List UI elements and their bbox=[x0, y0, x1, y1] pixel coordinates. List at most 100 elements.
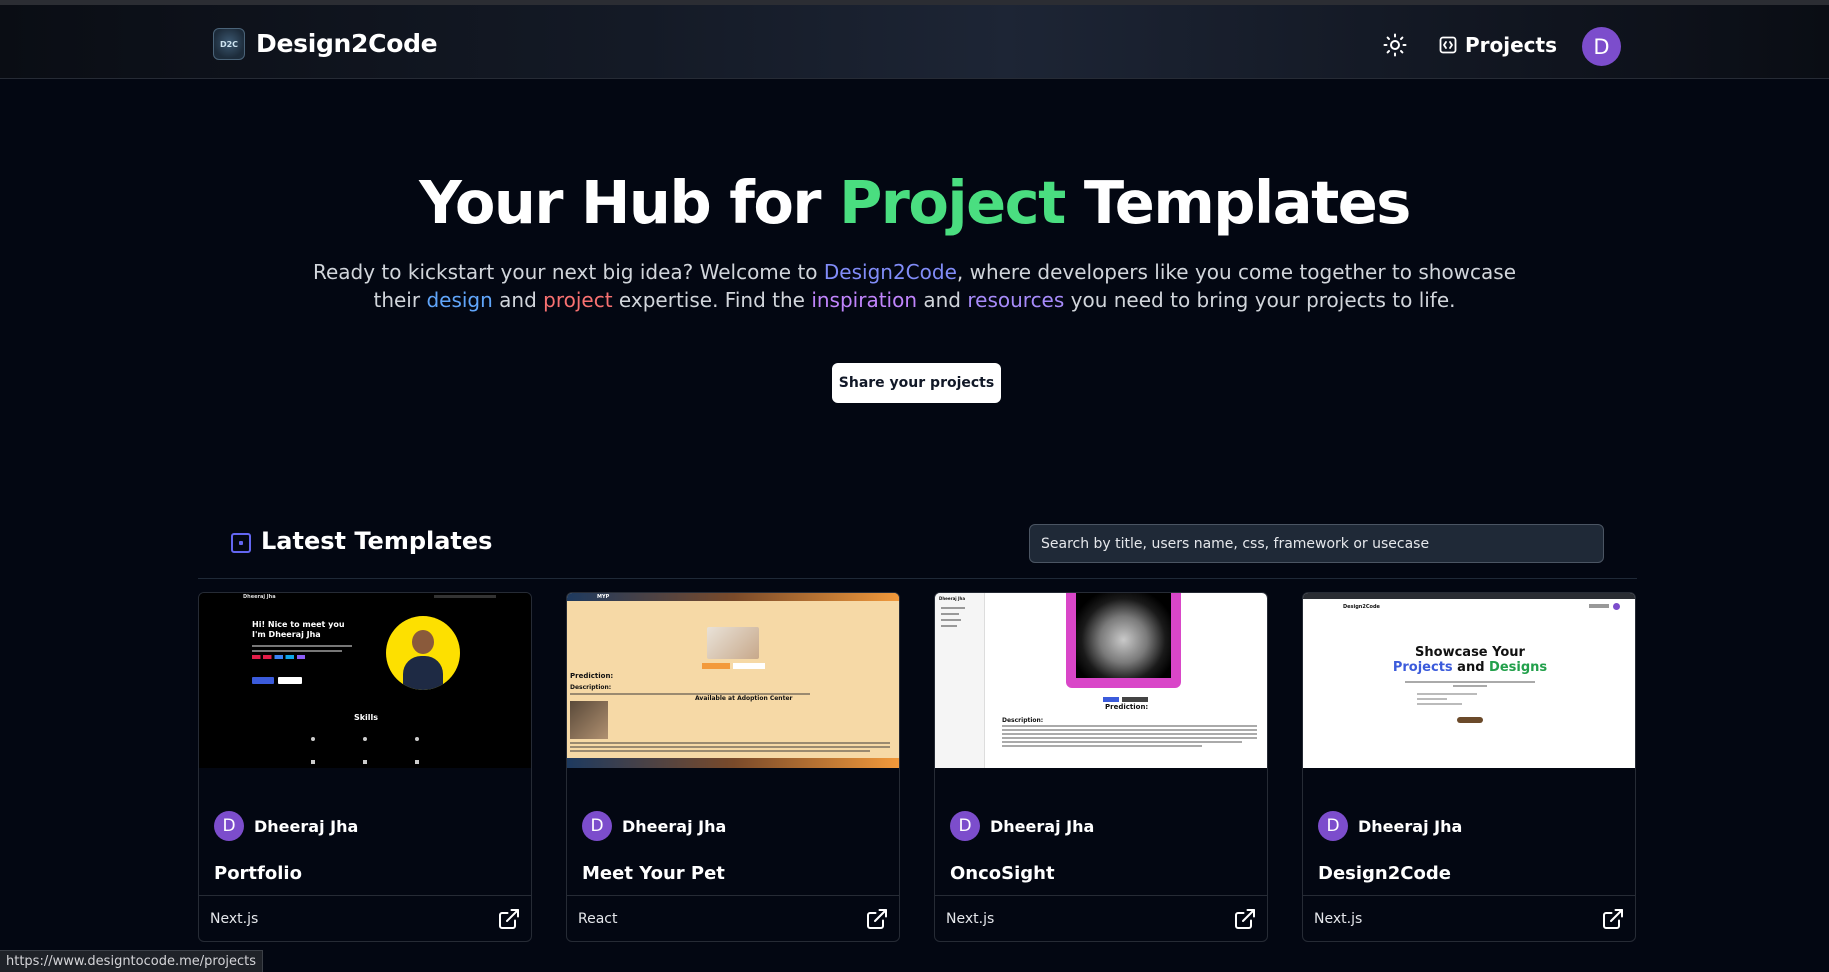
projects-nav-link[interactable]: Projects bbox=[1439, 32, 1557, 58]
thumb-d2c-avatar bbox=[1613, 603, 1620, 610]
card-author: D Dheeraj Jha bbox=[214, 811, 358, 841]
card-framework: Next.js bbox=[210, 911, 259, 927]
user-avatar[interactable]: D bbox=[1582, 27, 1621, 66]
hero-sub-inspiration: inspiration bbox=[811, 288, 918, 312]
thumb-onco-scan bbox=[1076, 593, 1171, 678]
code-box-icon bbox=[1439, 36, 1457, 54]
theme-toggle-button[interactable] bbox=[1382, 32, 1408, 58]
thumb-d2c-and: and bbox=[1452, 660, 1490, 675]
card-footer: Next.js bbox=[1303, 895, 1635, 941]
thumb-d2c-text bbox=[1417, 703, 1462, 705]
thumb-portfolio-skill bbox=[415, 737, 419, 741]
hero-subtitle: Ready to kickstart your next big idea? W… bbox=[300, 258, 1529, 314]
author-name: Dheeraj Jha bbox=[254, 816, 359, 836]
hero-sub-text: you need to bring your projects to life. bbox=[1064, 288, 1456, 312]
thumb-onco-text bbox=[1002, 733, 1257, 735]
thumb-d2c-nav bbox=[1589, 604, 1609, 608]
hero-sub-text: and bbox=[917, 288, 968, 312]
external-link-icon[interactable] bbox=[866, 908, 888, 930]
thumb-portfolio-skill bbox=[415, 760, 419, 764]
card-title[interactable]: Design2Code bbox=[1318, 863, 1451, 884]
projects-nav-label: Projects bbox=[1465, 33, 1558, 57]
share-projects-button[interactable]: Share your projects bbox=[832, 363, 1001, 403]
external-link-icon[interactable] bbox=[1602, 908, 1624, 930]
author-name: Dheeraj Jha bbox=[622, 816, 727, 836]
thumb-onco-nav bbox=[941, 613, 959, 615]
thumb-portfolio-skill bbox=[363, 760, 367, 764]
thumbnail-design2code[interactable]: Design2Code Showcase Your Projects and D… bbox=[1303, 593, 1635, 768]
thumb-d2c-text bbox=[1417, 693, 1477, 695]
logo-icon[interactable]: D2C bbox=[213, 28, 245, 60]
thumbnail-oncosight[interactable]: Dheeraj Jha Prediction: Description: bbox=[935, 593, 1267, 768]
card-author: D Dheeraj Jha bbox=[1318, 811, 1462, 841]
thumb-d2c-text bbox=[1417, 698, 1447, 700]
logo-text: D2C bbox=[219, 39, 239, 49]
thumb-onco-prediction: Prediction: bbox=[1105, 703, 1149, 711]
card-title[interactable]: OncoSight bbox=[950, 863, 1055, 884]
thumb-onco-nav bbox=[941, 625, 957, 627]
thumb-onco-btn bbox=[1122, 697, 1148, 702]
card-framework: React bbox=[578, 911, 618, 927]
hero-title-highlight: Project bbox=[839, 168, 1066, 237]
card-framework: Next.js bbox=[946, 911, 995, 927]
thumb-pet-center: Available at Adoption Center bbox=[695, 695, 793, 702]
thumb-d2c-headline2: Projects and Designs bbox=[1303, 660, 1635, 675]
hero-title-part2: Templates bbox=[1064, 168, 1412, 237]
thumb-portfolio-headline: Hi! Nice to meet you I'm Dheeraj Jha bbox=[252, 620, 345, 639]
thumb-portfolio-socials bbox=[252, 655, 322, 659]
external-link-icon[interactable] bbox=[498, 908, 520, 930]
thumb-portfolio-btn bbox=[278, 677, 302, 684]
thumb-portfolio-skill bbox=[363, 737, 367, 741]
card-author: D Dheeraj Jha bbox=[950, 811, 1094, 841]
thumb-pet-text bbox=[570, 750, 870, 752]
thumb-portfolio-text bbox=[252, 645, 352, 647]
template-card-portfolio[interactable]: Dheeraj Jha Hi! Nice to meet you I'm Dhe… bbox=[198, 592, 532, 942]
thumbnail-portfolio[interactable]: Dheeraj Jha Hi! Nice to meet you I'm Dhe… bbox=[199, 593, 531, 768]
thumb-onco-nav bbox=[941, 619, 961, 621]
author-avatar: D bbox=[214, 811, 244, 841]
hero-title: Your Hub for Project Templates bbox=[0, 168, 1829, 237]
thumb-portfolio-nav bbox=[434, 595, 496, 598]
thumb-portfolio-skills: Skills bbox=[353, 713, 379, 722]
thumb-pet-description: Description: bbox=[570, 684, 612, 691]
thumbnail-meet-your-pet[interactable]: MYP Prediction: Description: Available a… bbox=[567, 593, 899, 768]
thumb-pet-btn bbox=[733, 663, 765, 669]
card-title[interactable]: Portfolio bbox=[214, 863, 302, 884]
thumb-portfolio-name: Dheeraj Jha bbox=[243, 594, 276, 600]
search-input[interactable] bbox=[1029, 524, 1604, 563]
template-card-meet-your-pet[interactable]: MYP Prediction: Description: Available a… bbox=[566, 592, 900, 942]
thumb-pet-photo bbox=[707, 627, 759, 659]
hero-sub-text: and bbox=[492, 288, 544, 312]
thumb-d2c-text bbox=[1405, 681, 1535, 683]
hero-sub-design: design bbox=[426, 288, 493, 312]
thumb-onco-brand: Dheeraj Jha bbox=[939, 596, 966, 601]
thumb-d2c-text bbox=[1453, 685, 1487, 687]
card-author: D Dheeraj Jha bbox=[582, 811, 726, 841]
hero-sub-brand: Design2Code bbox=[823, 260, 957, 284]
external-link-icon[interactable] bbox=[1234, 908, 1256, 930]
thumb-portfolio-photo bbox=[386, 616, 460, 690]
thumb-portfolio-text bbox=[252, 650, 342, 652]
card-framework: Next.js bbox=[1314, 911, 1363, 927]
card-footer: Next.js bbox=[935, 895, 1267, 941]
thumb-d2c-projects: Projects bbox=[1392, 660, 1453, 675]
thumb-onco-text bbox=[1002, 729, 1257, 731]
brand-name[interactable]: Design2Code bbox=[256, 29, 438, 58]
template-card-design2code[interactable]: Design2Code Showcase Your Projects and D… bbox=[1302, 592, 1636, 942]
thumb-onco-text bbox=[1002, 741, 1242, 743]
thumb-d2c-brand: Design2Code bbox=[1343, 604, 1380, 610]
square-dot-icon bbox=[231, 533, 251, 553]
thumb-onco-text bbox=[1002, 725, 1257, 727]
author-name: Dheeraj Jha bbox=[1358, 816, 1463, 836]
thumb-onco-text bbox=[1002, 745, 1202, 747]
template-card-oncosight[interactable]: Dheeraj Jha Prediction: Description: D D… bbox=[934, 592, 1268, 942]
thumb-d2c-avatars bbox=[1457, 717, 1483, 723]
thumb-pet-brand: MYP bbox=[597, 594, 610, 600]
thumb-d2c-browserbar bbox=[1303, 593, 1635, 599]
thumb-portfolio-btn bbox=[252, 677, 274, 684]
thumb-pet-text bbox=[570, 742, 890, 744]
thumb-onco-text bbox=[1002, 737, 1257, 739]
status-bar-url: https://www.designtocode.me/projects bbox=[0, 950, 264, 972]
card-title[interactable]: Meet Your Pet bbox=[582, 863, 725, 884]
thumb-onco-nav bbox=[941, 607, 965, 609]
